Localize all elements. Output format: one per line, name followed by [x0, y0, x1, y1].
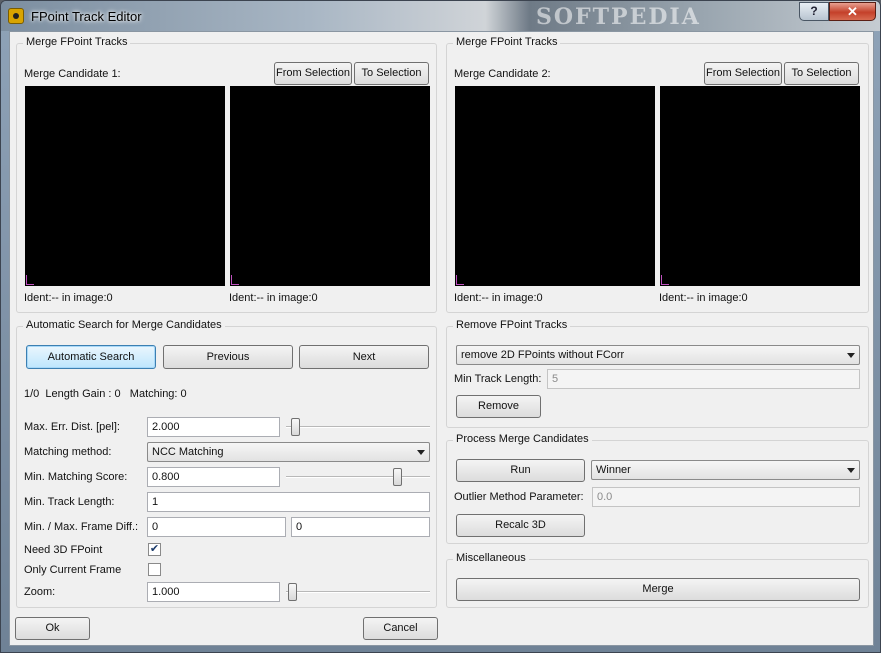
slider-thumb[interactable]	[291, 418, 300, 436]
merge-group-right: Merge FPoint Tracks Merge Candidate 2: F…	[446, 36, 869, 313]
zoom-slider[interactable]	[286, 582, 430, 602]
chevron-down-icon	[417, 450, 425, 455]
slider-thumb[interactable]	[393, 468, 402, 486]
max-err-label: Max. Err. Dist. [pel]:	[24, 421, 120, 433]
process-group: Process Merge Candidates Run Winner Outl…	[446, 433, 869, 544]
remove-min-track-input[interactable]: 5	[547, 369, 860, 389]
process-method-select[interactable]: Winner	[591, 460, 860, 480]
candidate-1-view-b[interactable]	[230, 86, 430, 286]
group-title: Automatic Search for Merge Candidates	[23, 319, 225, 331]
run-button[interactable]: Run	[456, 459, 585, 482]
max-frame-diff-input[interactable]: 0	[291, 517, 430, 537]
softpedia-watermark: SOFTPEDIA	[536, 4, 701, 30]
app-window: FPoint Track Editor SOFTPEDIA ? ✕ Merge …	[0, 0, 881, 653]
close-button[interactable]: ✕	[829, 2, 876, 21]
min-track-length-label: Min Track Length:	[454, 373, 542, 385]
candidate-2-view-b[interactable]	[660, 86, 860, 286]
misc-group: Miscellaneous Merge	[446, 552, 869, 608]
chevron-down-icon	[847, 353, 855, 358]
matching-method-label: Matching method:	[24, 446, 112, 458]
chevron-down-icon	[847, 468, 855, 473]
window-title: FPoint Track Editor	[31, 9, 142, 24]
ident-label: Ident:-- in image:0	[229, 292, 318, 304]
auto-search-group: Automatic Search for Merge Candidates Au…	[16, 319, 437, 608]
ident-label: Ident:-- in image:0	[24, 292, 113, 304]
candidate-2-view-a[interactable]	[455, 86, 655, 286]
remove-button[interactable]: Remove	[456, 395, 541, 418]
need-3d-checkbox[interactable]: ✔	[148, 543, 161, 556]
remove-mode-select[interactable]: remove 2D FPoints without FCorr	[456, 345, 860, 365]
need-3d-label: Need 3D FPoint	[24, 544, 103, 556]
min-track-length-label: Min. Track Length:	[24, 496, 115, 508]
ident-label: Ident:-- in image:0	[659, 292, 748, 304]
only-current-frame-checkbox[interactable]	[148, 563, 161, 576]
dialog-client: Merge FPoint Tracks Merge Candidate 1: F…	[9, 31, 874, 646]
group-title: Remove FPoint Tracks	[453, 319, 571, 331]
matching-method-value: NCC Matching	[152, 446, 224, 458]
automatic-search-button[interactable]: Automatic Search	[26, 345, 156, 369]
candidate-2-label: Merge Candidate 2:	[454, 68, 551, 80]
zoom-label: Zoom:	[24, 586, 56, 598]
max-err-slider[interactable]	[286, 417, 430, 437]
next-button[interactable]: Next	[299, 345, 429, 369]
frame-diff-label: Min. / Max. Frame Diff.:	[24, 521, 139, 533]
merge-group-left: Merge FPoint Tracks Merge Candidate 1: F…	[16, 36, 437, 313]
recalc-3d-button[interactable]: Recalc 3D	[456, 514, 585, 537]
title-bar[interactable]: FPoint Track Editor SOFTPEDIA ? ✕	[1, 1, 880, 31]
ident-label: Ident:-- in image:0	[454, 292, 543, 304]
search-status: 1/0 Length Gain : 0 Matching: 0	[24, 388, 187, 400]
group-title: Process Merge Candidates	[453, 433, 592, 445]
ok-button[interactable]: Ok	[15, 617, 90, 640]
group-title: Merge FPoint Tracks	[453, 36, 561, 48]
from-selection-button-1[interactable]: From Selection	[274, 62, 352, 85]
app-icon	[8, 8, 24, 24]
zoom-input[interactable]: 1.000	[147, 582, 280, 602]
candidate-1-view-a[interactable]	[25, 86, 225, 286]
from-selection-button-2[interactable]: From Selection	[704, 62, 782, 85]
candidate-1-label: Merge Candidate 1:	[24, 68, 121, 80]
previous-button[interactable]: Previous	[163, 345, 293, 369]
matching-method-select[interactable]: NCC Matching	[147, 442, 430, 462]
group-title: Merge FPoint Tracks	[23, 36, 131, 48]
to-selection-button-1[interactable]: To Selection	[354, 62, 429, 85]
max-err-input[interactable]: 2.000	[147, 417, 280, 437]
remove-mode-value: remove 2D FPoints without FCorr	[461, 349, 625, 361]
group-title: Miscellaneous	[453, 552, 529, 564]
help-button[interactable]: ?	[799, 2, 829, 21]
remove-group: Remove FPoint Tracks remove 2D FPoints w…	[446, 319, 869, 428]
min-score-input[interactable]: 0.800	[147, 467, 280, 487]
process-method-value: Winner	[596, 464, 631, 476]
cancel-button[interactable]: Cancel	[363, 617, 438, 640]
outlier-param-label: Outlier Method Parameter:	[454, 491, 584, 503]
min-track-length-input[interactable]: 1	[147, 492, 430, 512]
min-frame-diff-input[interactable]: 0	[147, 517, 286, 537]
min-score-slider[interactable]	[286, 467, 430, 487]
outlier-param-input[interactable]: 0.0	[592, 487, 860, 507]
only-current-frame-label: Only Current Frame	[24, 564, 122, 576]
to-selection-button-2[interactable]: To Selection	[784, 62, 859, 85]
slider-thumb[interactable]	[288, 583, 297, 601]
min-score-label: Min. Matching Score:	[24, 471, 128, 483]
merge-button[interactable]: Merge	[456, 578, 860, 601]
